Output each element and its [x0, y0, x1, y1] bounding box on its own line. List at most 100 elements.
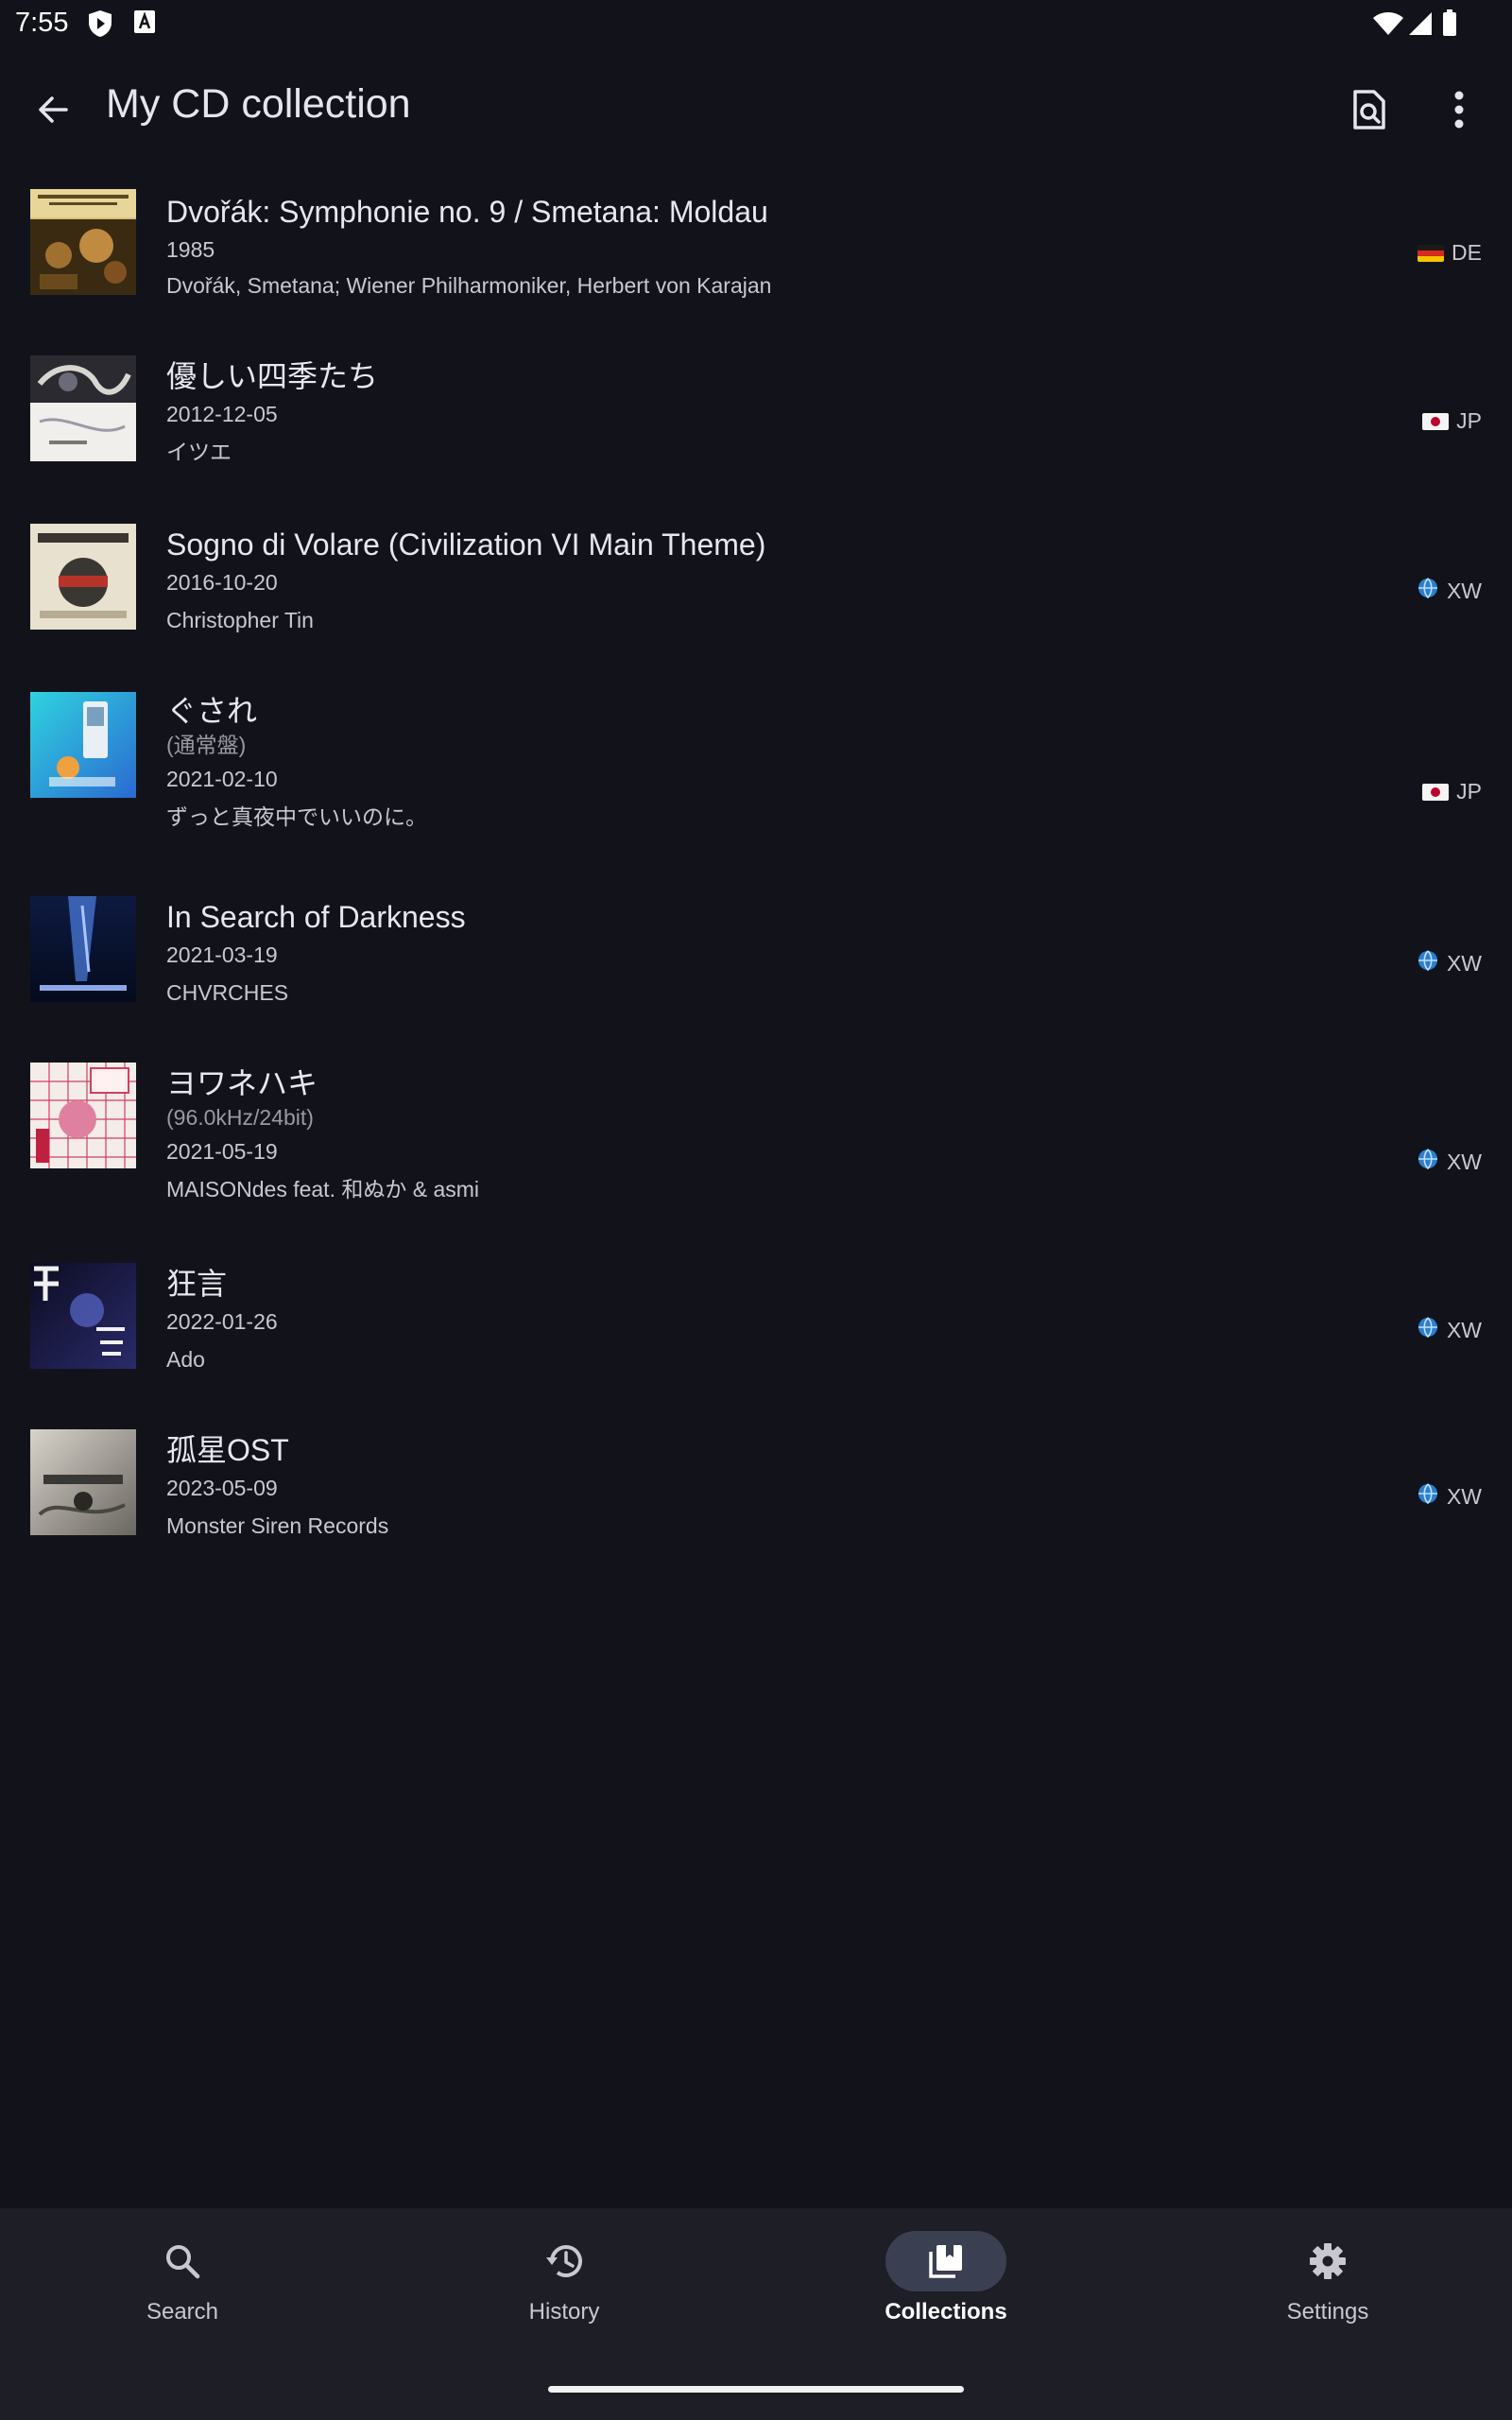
- country-code: JP: [1456, 779, 1482, 804]
- list-item[interactable]: 狂言 2022-01-26 Ado XW: [0, 1244, 1512, 1410]
- wifi-icon: [1372, 11, 1404, 41]
- album-cover: [30, 896, 136, 1002]
- release-date: 2016-10-20: [166, 570, 278, 595]
- release-date: 2023-05-09: [166, 1476, 278, 1500]
- globe-icon: [1417, 1316, 1439, 1344]
- document-search-icon: [1353, 90, 1385, 130]
- search-document-button[interactable]: [1338, 79, 1399, 140]
- album-cover: [30, 189, 136, 295]
- album-cover: [30, 692, 136, 798]
- signal-icon: [1408, 11, 1433, 41]
- list-item[interactable]: ぐされ (通常盤) 2021-02-10 ずっと真夜中でいいのに。 JP: [0, 673, 1512, 877]
- nav-label: Collections: [885, 2299, 1007, 2325]
- country-code: JP: [1456, 408, 1482, 433]
- list-item[interactable]: In Search of Darkness 2021-03-19 CHVRCHE…: [0, 877, 1512, 1044]
- release-disambiguation: (96.0kHz/24bit): [166, 1105, 314, 1130]
- flag-japan-icon: [1422, 783, 1450, 801]
- settings-icon: [1267, 2231, 1388, 2291]
- list-item[interactable]: Dvořák: Symphonie no. 9 / Smetana: Molda…: [0, 170, 1512, 337]
- release-texts: 孤星OST 2023-05-09 Monster Siren Records: [166, 1431, 1380, 1541]
- release-artist: Monster Siren Records: [166, 1513, 389, 1538]
- home-indicator[interactable]: [548, 2386, 964, 2393]
- status-time: 7:55: [15, 8, 69, 38]
- status-bar: 7:55: [0, 0, 1512, 47]
- nav-item-history[interactable]: History: [375, 2231, 753, 2344]
- release-date: 2022-01-26: [166, 1309, 278, 1334]
- release-texts: 優しい四季たち 2012-12-05 イツエ: [166, 357, 1380, 467]
- nav-item-search[interactable]: Search: [0, 2231, 371, 2344]
- nav-label: History: [528, 2299, 600, 2325]
- arrow-back-icon: [39, 96, 68, 123]
- country-code: XW: [1446, 1317, 1482, 1342]
- release-country: XW: [1417, 1482, 1482, 1511]
- country-code: XW: [1446, 950, 1482, 976]
- album-cover: [30, 1429, 136, 1535]
- globe-icon: [1417, 1148, 1439, 1176]
- globe-icon: [1417, 577, 1439, 605]
- release-title: 狂言: [166, 1267, 228, 1301]
- page-title: My CD collection: [106, 81, 411, 127]
- more-vert-icon: [1454, 91, 1464, 129]
- nav-item-settings[interactable]: Settings: [1139, 2231, 1512, 2344]
- app-bar: My CD collection: [0, 57, 1512, 155]
- release-title: ぐされ: [166, 694, 258, 728]
- release-date: 2021-02-10: [166, 767, 278, 791]
- release-country: XW: [1417, 949, 1482, 977]
- collections-icon: [885, 2231, 1006, 2291]
- release-artist: Ado: [166, 1347, 205, 1372]
- release-artist: ずっと真夜中でいいのに。: [166, 804, 427, 829]
- release-country: XW: [1417, 1316, 1482, 1344]
- release-texts: Dvořák: Symphonie no. 9 / Smetana: Molda…: [166, 193, 1380, 301]
- release-texts: ヨワネハキ (96.0kHz/24bit) 2021-05-19 MAISONd…: [166, 1064, 1380, 1204]
- list-item[interactable]: Sogno di Volare (Civilization VI Main Th…: [0, 505, 1512, 673]
- list-item[interactable]: 孤星OST 2023-05-09 Monster Siren Records X…: [0, 1410, 1512, 1577]
- album-cover: [30, 355, 136, 461]
- search-icon: [122, 2231, 243, 2291]
- country-code: DE: [1452, 240, 1482, 265]
- nav-item-collections[interactable]: Collections: [757, 2231, 1135, 2344]
- globe-icon: [1417, 1482, 1439, 1511]
- shield-play-icon: [87, 9, 113, 43]
- release-list: Dvořák: Symphonie no. 9 / Smetana: Molda…: [0, 170, 1512, 1577]
- back-button[interactable]: [23, 79, 83, 140]
- release-title: 優しい四季たち: [166, 359, 379, 393]
- release-date: 2012-12-05: [166, 402, 278, 426]
- nav-label: Settings: [1286, 2299, 1369, 2325]
- release-texts: 狂言 2022-01-26 Ado: [166, 1265, 1380, 1374]
- globe-icon: [1417, 949, 1439, 977]
- release-texts: In Search of Darkness 2021-03-19 CHVRCHE…: [166, 898, 1380, 1008]
- flag-japan-icon: [1422, 412, 1450, 430]
- history-icon: [504, 2231, 625, 2291]
- battery-icon: [1442, 9, 1457, 41]
- album-cover: [30, 524, 136, 630]
- release-artist: MAISONdes feat. 和ぬか & asmi: [166, 1177, 480, 1201]
- release-country: XW: [1417, 1148, 1482, 1176]
- list-item[interactable]: 優しい四季たち 2012-12-05 イツエ JP: [0, 337, 1512, 505]
- release-artist: Dvořák, Smetana; Wiener Philharmoniker, …: [166, 273, 772, 298]
- release-title: In Search of Darkness: [166, 900, 466, 934]
- release-texts: Sogno di Volare (Civilization VI Main Th…: [166, 526, 1380, 635]
- release-title: ヨワネハキ: [166, 1066, 318, 1100]
- country-code: XW: [1446, 1483, 1482, 1509]
- release-date: 1985: [166, 237, 215, 262]
- screen: 7:55 My CD collection Dvořák: Symphonie …: [0, 0, 1512, 2420]
- release-country: JP: [1422, 779, 1482, 804]
- release-texts: ぐされ (通常盤) 2021-02-10 ずっと真夜中でいいのに。: [166, 692, 1380, 832]
- release-date: 2021-03-19: [166, 942, 278, 967]
- release-date: 2021-05-19: [166, 1139, 278, 1164]
- font-a-icon: [133, 9, 156, 39]
- release-title: Dvořák: Symphonie no. 9 / Smetana: Molda…: [166, 195, 768, 229]
- nav-label: Search: [146, 2299, 219, 2325]
- flag-germany-icon: [1418, 244, 1445, 262]
- album-cover: [30, 1263, 136, 1369]
- country-code: XW: [1446, 578, 1482, 603]
- country-code: XW: [1446, 1149, 1482, 1174]
- release-country: JP: [1422, 408, 1482, 434]
- release-disambiguation: (通常盤): [166, 733, 247, 757]
- more-options-button[interactable]: [1429, 79, 1489, 140]
- release-artist: イツエ: [166, 440, 232, 464]
- list-item[interactable]: ヨワネハキ (96.0kHz/24bit) 2021-05-19 MAISONd…: [0, 1044, 1512, 1244]
- release-title: Sogno di Volare (Civilization VI Main Th…: [166, 527, 766, 562]
- release-country: XW: [1417, 577, 1482, 605]
- release-artist: CHVRCHES: [166, 980, 289, 1005]
